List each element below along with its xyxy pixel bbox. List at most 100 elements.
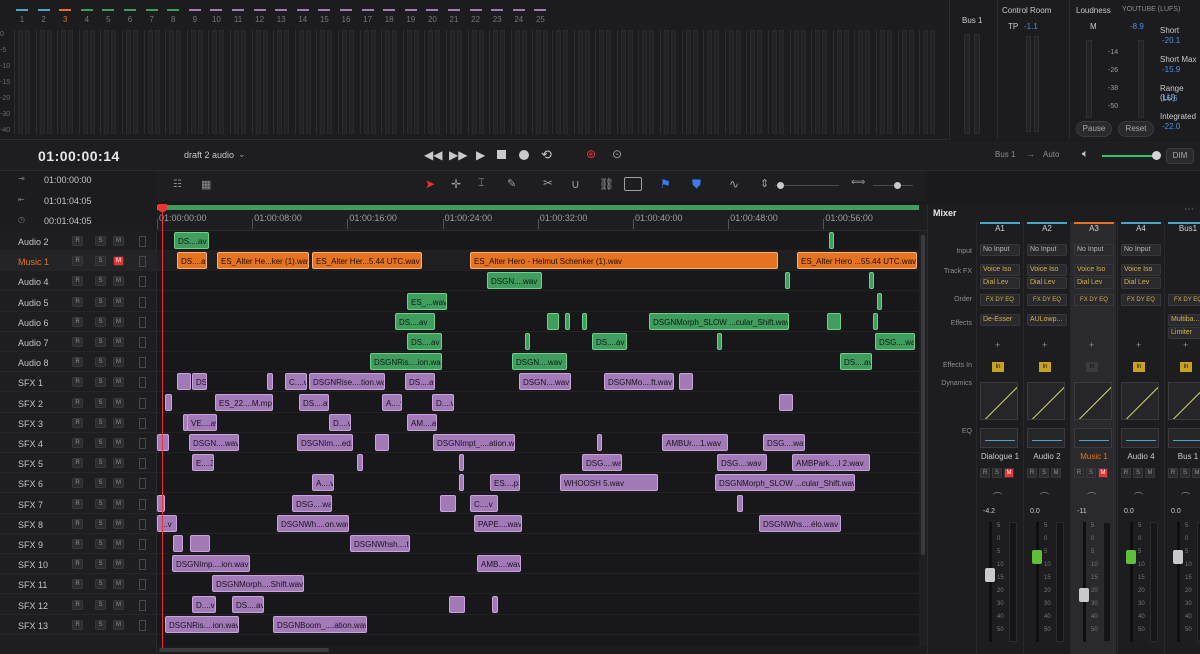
track-header[interactable]: Music 1 R SM [0,251,157,272]
mute-button[interactable]: M [113,438,124,448]
mute-button[interactable]: M [113,296,124,307]
mute-button[interactable]: M [113,357,124,368]
track-header[interactable]: SFX 1 R SM [0,372,157,393]
solo-button[interactable]: S [1086,468,1096,478]
input-select[interactable]: No Input [1074,244,1114,256]
solo-button[interactable]: S [95,539,106,549]
track-fx-slot[interactable]: Dial Lev [980,277,1020,289]
vertical-zoom-icon[interactable]: ⇕ [760,177,769,190]
volume-fader[interactable]: 5 0 5 10 15 20 30 40 50 [979,514,1021,644]
track-header[interactable]: SFX 7 R SM [0,494,157,514]
solo-button[interactable]: S [95,498,106,509]
order-selector[interactable]: FX DY EQ [1168,294,1200,306]
track-header[interactable]: SFX 8 R SM [0,514,157,534]
range-tool-icon[interactable]: ✛ [451,177,461,191]
record-arm-button[interactable]: R [72,357,83,368]
solo-button[interactable]: S [95,377,106,388]
mute-button[interactable]: M [113,599,124,610]
audio-clip[interactable]: ES_Alter Hero - Helmut Schenker (1).wav [470,252,778,270]
audio-clip[interactable]: DSGN....wav [487,272,542,290]
mute-button[interactable]: M [113,417,124,428]
audio-clip[interactable]: AMBUr....1.wav [662,434,728,451]
add-effect-button[interactable]: + [1136,340,1141,350]
pan-control[interactable]: ⌒ [1040,490,1049,503]
mute-button[interactable]: M [113,256,124,267]
audio-clip[interactable]: AM....av [407,413,437,431]
audio-clip[interactable]: DS....av [592,333,627,350]
track-lock-icon[interactable] [139,357,146,369]
dim-button[interactable]: DIM [1166,148,1194,164]
order-selector[interactable]: FX DY EQ [980,294,1020,306]
track-fx-slot[interactable]: Dial Lev [1074,277,1114,289]
reset-button[interactable]: Reset [1118,121,1154,137]
track-lane[interactable] [157,494,919,514]
solo-button[interactable]: S [95,397,106,408]
track-lane[interactable] [157,231,919,251]
record-arm-button[interactable]: R [72,397,83,408]
audio-clip[interactable] [157,434,169,451]
audio-clip[interactable] [582,312,587,330]
audio-clip[interactable] [737,494,743,512]
effects-in-toggle[interactable]: In [1180,362,1192,372]
timeline-range-bar[interactable] [157,205,919,210]
track-header[interactable]: Audio 5 R SM [0,292,157,312]
volume-fader[interactable]: 5 0 5 10 15 20 30 40 50 [1120,514,1162,644]
track-lock-icon[interactable] [139,478,146,490]
volume-slider[interactable] [1102,155,1158,157]
record-arm-button[interactable]: R [72,498,83,509]
input-select[interactable]: No Input [1121,244,1161,256]
playhead[interactable] [162,208,163,648]
track-lock-icon[interactable] [139,599,146,611]
mute-button[interactable]: M [113,518,124,529]
audio-clip[interactable]: DSGNImpt_....ation.wav [433,434,515,451]
track-lane[interactable] [157,292,919,312]
track-lock-icon[interactable] [139,579,146,591]
audio-clip[interactable] [785,272,790,290]
audio-clip[interactable] [440,494,456,512]
audio-clip[interactable]: DSGNMorph....Shift.wav [212,575,304,593]
track-lane[interactable] [157,413,919,433]
solo-button[interactable]: S [1133,468,1143,478]
audio-clip[interactable]: DSGN....wav [189,434,239,451]
dynamics-graph[interactable] [980,382,1018,420]
track-header[interactable]: Audio 6 R SM [0,312,157,332]
audio-clip[interactable]: VE....av [187,413,217,431]
audio-clip[interactable]: DSGNMorph_SLOW ...cular_Shift.wav [715,474,855,492]
solo-button[interactable]: S [95,478,106,489]
track-header[interactable]: SFX 3 R SM [0,413,157,433]
track-lock-icon[interactable] [139,337,146,348]
mute-button[interactable]: M [113,478,124,489]
volume-fader[interactable]: 5 0 5 10 15 20 30 40 50 [1167,514,1200,644]
mute-button[interactable]: M [113,498,124,509]
order-selector[interactable]: FX DY EQ [1027,294,1067,306]
audio-clip[interactable]: DS....av [405,373,435,391]
mute-button[interactable]: M [113,539,124,549]
audio-clip[interactable]: ES_Alter Hero ...55.44 UTC.wav [797,252,917,270]
audio-clip[interactable]: DSGNIm....ed.wav [297,434,353,451]
audio-clip[interactable]: ES_22....M.mp3 [215,393,273,411]
track-header[interactable]: SFX 9 R SM [0,534,157,554]
horizontal-zoom-icon[interactable]: ⟺ [851,177,865,188]
solo-button[interactable]: S [95,559,106,570]
audio-clip[interactable]: DS....av [232,595,264,613]
horizontal-zoom-knob[interactable] [894,182,901,189]
track-header[interactable]: Audio 2 R SM [0,231,157,251]
audio-clip[interactable]: E....3 [192,454,214,472]
link-icon[interactable]: ⛓ [599,177,614,191]
audio-clip[interactable]: C....v [285,373,307,391]
pan-control[interactable]: ⌒ [1087,490,1096,503]
razor-icon[interactable]: ✂ [543,176,553,190]
audio-clip[interactable] [877,292,882,310]
solo-button[interactable]: S [1039,468,1049,478]
audio-clip[interactable]: DSG....wav [292,494,332,512]
pencil-icon[interactable]: ✎ [507,177,516,190]
record-arm-button[interactable]: R [72,417,83,428]
solo-button[interactable]: S [95,579,106,590]
vertical-zoom-slider[interactable] [775,185,839,186]
solo-button[interactable]: S [95,619,106,630]
effect-slot[interactable]: De-Esser [980,314,1020,326]
track-fx-slot[interactable]: Dial Lev [1121,277,1161,289]
record-arm-button[interactable]: R [1168,468,1178,478]
track-fx-slot[interactable]: Voice Iso [1027,264,1067,276]
marker-icon[interactable]: ⚑ [660,177,671,191]
